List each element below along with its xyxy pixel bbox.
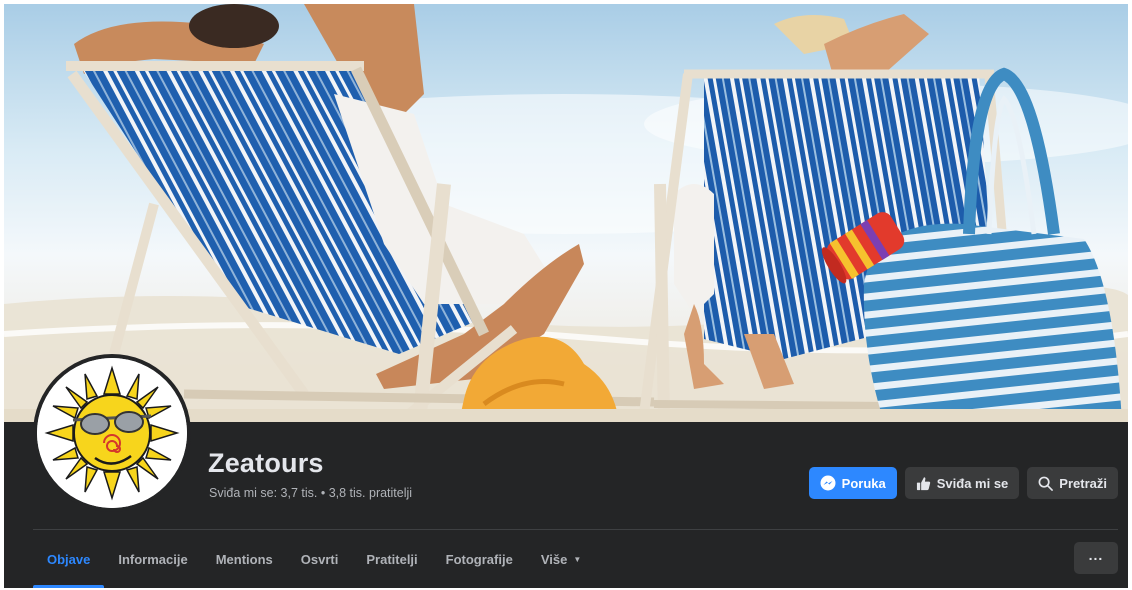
search-icon bbox=[1038, 476, 1054, 491]
more-options-button[interactable]: ... bbox=[1074, 542, 1118, 574]
page-header: Zeatours Sviđa mi se: 3,7 tis. • 3,8 tis… bbox=[4, 4, 1128, 588]
sun-logo-icon bbox=[37, 358, 187, 508]
header-actions: Poruka Sviđa mi se Pretraži bbox=[808, 467, 1118, 499]
page-title: Zeatours bbox=[208, 448, 324, 478]
messenger-icon bbox=[820, 475, 836, 491]
message-button-label: Poruka bbox=[841, 475, 886, 491]
tab-pratitelji[interactable]: Pratitelji bbox=[352, 531, 431, 588]
caret-down-icon: ▼ bbox=[573, 555, 582, 564]
page-tabs: Objave Informacije Mentions Osvrti Prati… bbox=[33, 531, 595, 588]
tab-osvrti[interactable]: Osvrti bbox=[287, 531, 353, 588]
ellipsis-icon: ... bbox=[1088, 547, 1104, 563]
page-stats[interactable]: Sviđa mi se: 3,7 tis. • 3,8 tis. pratite… bbox=[209, 486, 412, 500]
like-button-label: Sviđa mi se bbox=[936, 475, 1009, 491]
tab-mentions[interactable]: Mentions bbox=[202, 531, 287, 588]
tab-vise[interactable]: Više ▼ bbox=[527, 531, 595, 588]
like-button[interactable]: Sviđa mi se bbox=[904, 467, 1020, 499]
tab-informacije[interactable]: Informacije bbox=[104, 531, 201, 588]
header-divider bbox=[33, 529, 1118, 530]
search-button-label: Pretraži bbox=[1059, 475, 1107, 491]
tab-objave[interactable]: Objave bbox=[33, 531, 105, 588]
cover-photo[interactable] bbox=[4, 4, 1128, 422]
thumbs-up-icon bbox=[916, 476, 931, 491]
profile-picture[interactable] bbox=[33, 354, 191, 512]
search-button[interactable]: Pretraži bbox=[1027, 467, 1118, 499]
tab-fotografije[interactable]: Fotografije bbox=[432, 531, 527, 588]
message-button[interactable]: Poruka bbox=[808, 467, 897, 499]
